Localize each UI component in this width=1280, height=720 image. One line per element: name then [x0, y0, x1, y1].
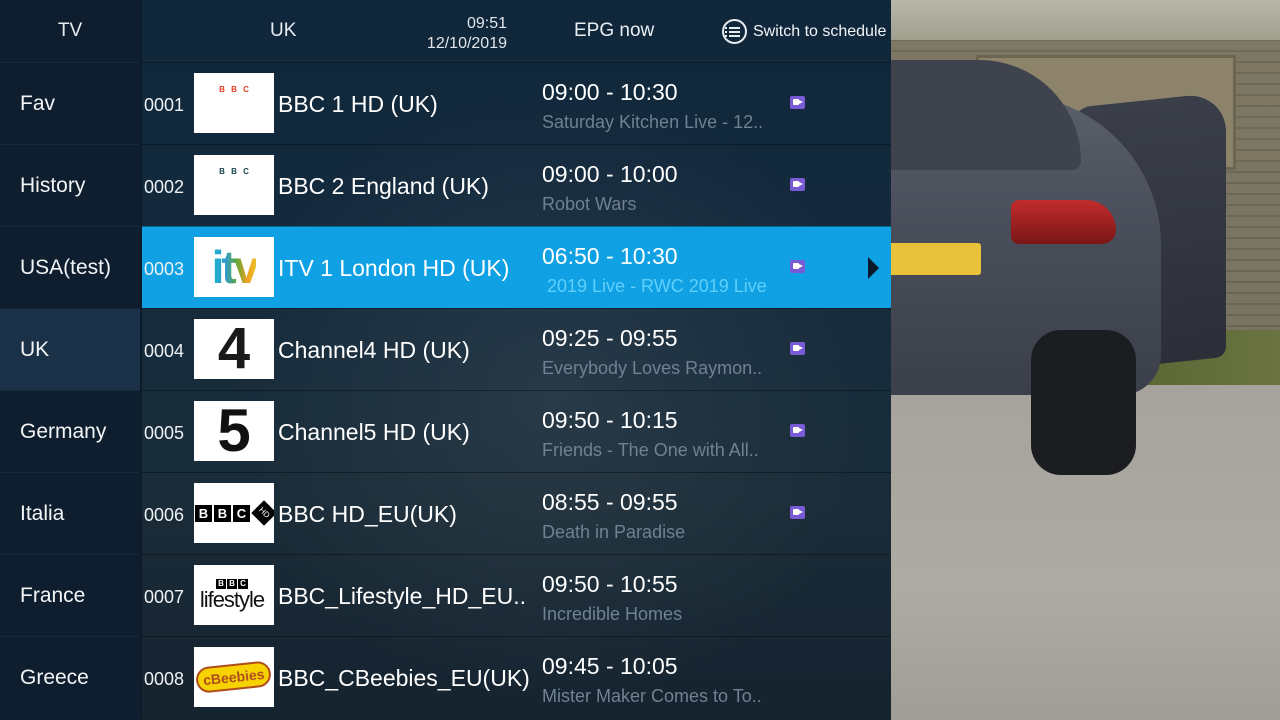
channel-name: ITV 1 London HD (UK)	[278, 255, 510, 281]
channel-row[interactable]: 0008 cBeebies BBC_CBeebies_EU(UK) 09:45 …	[142, 636, 891, 718]
channel-name: BBC_Lifestyle_HD_EU..	[278, 583, 526, 609]
program-time: 09:50 - 10:55	[542, 571, 678, 597]
channel-row[interactable]: 0001 BBC one BBC 1 HD (UK) 09:00 - 10:30…	[142, 62, 891, 144]
channel4-logo: 4	[194, 319, 274, 379]
category-item-greece[interactable]: Greece	[0, 636, 140, 718]
switch-label: Switch to schedule	[753, 22, 887, 40]
program-title: Saturday Kitchen Live - 12..	[542, 112, 764, 132]
channel5-logo: 5	[194, 401, 274, 461]
channel-name: BBC 2 England (UK)	[278, 173, 489, 199]
program-time: 09:45 - 10:05	[542, 653, 678, 679]
list-header: UK 09:51 12/10/2019 EPG now Switch to sc…	[142, 0, 891, 62]
channel-name: BBC_CBeebies_EU(UK)	[278, 665, 530, 691]
group-title: UK	[270, 20, 297, 41]
channel-number: 0002	[144, 177, 185, 197]
program-title: Mister Maker Comes to To..	[542, 686, 762, 706]
channel-number: 0003	[144, 259, 185, 279]
record-video-icon	[790, 424, 805, 437]
category-item-germany[interactable]: Germany	[0, 390, 140, 472]
channel-number: 0007	[144, 587, 185, 607]
program-time: 09:50 - 10:15	[542, 407, 678, 433]
channel-row[interactable]: 0002 BBC TWO BBC 2 England (UK) 09:00 - …	[142, 144, 891, 226]
channel-row[interactable]: 0006 B B C HD BBC HD_EU(UK) 08:55 - 09:55 D…	[142, 472, 891, 554]
bbc-two-logo: BBC TWO	[194, 155, 274, 215]
category-sidebar: TV Fav History USA(test) UK Germany Ital…	[0, 0, 140, 720]
record-video-icon	[790, 342, 805, 355]
category-item-usa-test[interactable]: USA(test)	[0, 226, 140, 308]
program-time: 09:25 - 09:55	[542, 325, 678, 351]
category-item-fav[interactable]: Fav	[0, 62, 140, 144]
channel-row-selected[interactable]: 0003 itv ITV 1 London HD (UK) 06:50 - 10…	[142, 226, 891, 308]
category-item-france[interactable]: France	[0, 554, 140, 636]
category-item-uk[interactable]: UK	[0, 308, 140, 390]
category-item-history[interactable]: History	[0, 144, 140, 226]
video-preview[interactable]	[891, 0, 1280, 720]
program-title: Robot Wars	[542, 194, 637, 214]
channel-name: Channel4 HD (UK)	[278, 337, 470, 363]
bbc-lifestyle-logo: BBC lifestyle	[194, 565, 274, 625]
channel-name: BBC HD_EU(UK)	[278, 501, 457, 527]
bbc-one-logo: BBC one	[194, 73, 274, 133]
switch-to-schedule-button[interactable]: Switch to schedule	[722, 19, 886, 44]
bbc-hd-logo: B B C HD	[194, 483, 274, 543]
program-time: 09:00 - 10:30	[542, 79, 678, 105]
channel-number: 0008	[144, 669, 185, 689]
record-video-icon	[790, 96, 805, 109]
list-icon	[722, 19, 747, 44]
record-video-icon	[790, 260, 805, 273]
chevron-right-icon[interactable]	[868, 257, 879, 279]
channel-name: Channel5 HD (UK)	[278, 419, 470, 445]
channel-row[interactable]: 0007 BBC lifestyle BBC_Lifestyle_HD_EU..…	[142, 554, 891, 636]
clock: 09:51 12/10/2019	[412, 14, 507, 54]
channel-name: BBC 1 HD (UK)	[278, 91, 438, 117]
cbeebies-logo: cBeebies	[194, 647, 274, 707]
channel-number: 0004	[144, 341, 185, 361]
program-time: 08:55 - 09:55	[542, 489, 678, 515]
channel-list-panel: UK 09:51 12/10/2019 EPG now Switch to sc…	[142, 0, 891, 720]
program-time: 06:50 - 10:30	[542, 243, 678, 269]
program-title: Everybody Loves Raymon..	[542, 358, 763, 378]
channel-number: 0006	[144, 505, 185, 525]
category-header: TV	[57, 20, 83, 41]
program-title: Incredible Homes	[542, 604, 683, 624]
program-title: 2019 Live - RWC 2019 Live	[547, 276, 767, 296]
program-title: Friends - The One with All..	[542, 440, 759, 460]
program-time: 09:00 - 10:00	[542, 161, 678, 187]
record-video-icon	[790, 178, 805, 191]
epg-title: EPG now	[574, 20, 655, 41]
channel-row[interactable]: 0004 4 Channel4 HD (UK) 09:25 - 09:55 Ev…	[142, 308, 891, 390]
clock-time: 09:51	[466, 15, 507, 32]
channel-row[interactable]: 0005 5 Channel5 HD (UK) 09:50 - 10:15 Fr…	[142, 390, 891, 472]
channel-number: 0005	[144, 423, 185, 443]
category-item-italia[interactable]: Italia	[0, 472, 140, 554]
record-video-icon	[790, 506, 805, 519]
channel-number: 0001	[144, 95, 185, 115]
program-title: Death in Paradise	[542, 522, 686, 542]
clock-date: 12/10/2019	[426, 35, 507, 52]
itv-logo: itv	[194, 237, 274, 297]
